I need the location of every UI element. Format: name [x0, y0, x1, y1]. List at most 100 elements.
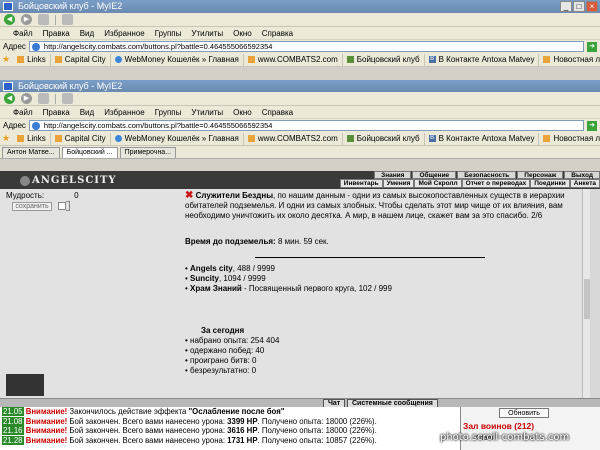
nav-character[interactable]: Персонаж — [517, 171, 564, 179]
menu-file[interactable]: Файл — [8, 108, 38, 117]
menu-help[interactable]: Справка — [257, 108, 298, 117]
menu-favorites[interactable]: Избранное — [99, 108, 150, 117]
nav-security[interactable]: Безопасность — [457, 171, 517, 179]
menu-help[interactable]: Справка — [257, 29, 298, 38]
link-news[interactable]: Новостная лента - DarkCl — [539, 54, 600, 66]
list-item: • Suncity, 1094 / 9999 — [185, 274, 266, 283]
star-icon[interactable]: ★ — [2, 54, 10, 65]
back-icon[interactable]: ◀ — [4, 93, 15, 104]
menu-favorites[interactable]: Избранное — [99, 29, 150, 38]
nav-inventory[interactable]: Инвентарь — [339, 179, 383, 188]
save-button[interactable]: сохранить — [12, 202, 52, 211]
links-bar: ★ Links Capital City WebMoney Кошелёк » … — [0, 132, 600, 146]
game-frame: ANGELSCITY Знания Общение Безопасность П… — [0, 171, 600, 450]
stat-value: 0 — [74, 191, 79, 200]
forward-icon[interactable]: ▶ — [21, 14, 32, 25]
scrollbar[interactable] — [582, 189, 590, 399]
go-button[interactable]: ➜ — [587, 41, 597, 52]
tab-fight-club[interactable]: Бойцовский ... — [61, 147, 118, 158]
menu-window[interactable]: Окно — [228, 29, 257, 38]
tab-anton[interactable]: Антон Матве... — [2, 147, 60, 158]
maximize-button[interactable]: □ — [573, 1, 585, 12]
refresh-button[interactable]: Обновить — [499, 408, 549, 418]
chat-tabs: Чат Системные сообщения — [0, 398, 600, 408]
link-news[interactable]: Новостная лента - DarkCl — [539, 133, 600, 145]
link-links[interactable]: Links — [13, 132, 51, 145]
link-fight-club[interactable]: Бойцовский клуб — [343, 53, 425, 66]
go-button[interactable]: ➜ — [587, 120, 597, 131]
menu-groups[interactable]: Группы — [150, 108, 187, 117]
nav-knowledge[interactable]: Знания — [374, 171, 412, 179]
nav-scroll[interactable]: Мой Скролл — [414, 179, 462, 188]
links-bar: ★ Links Capital City WebMoney Кошелёк » … — [0, 53, 600, 67]
close-button[interactable]: × — [586, 1, 598, 12]
window-title: Бойцовский клуб - MyIE2 — [18, 81, 123, 91]
nav-fights[interactable]: Поединки — [530, 179, 570, 188]
address-input[interactable]: http://angelscity.combats.com/buttons.pl… — [28, 41, 584, 52]
checkbox[interactable] — [58, 202, 66, 210]
window-title: Бойцовский клуб - MyIE2 — [18, 1, 123, 11]
menu-edit[interactable]: Правка — [38, 29, 75, 38]
minimize-button[interactable]: _ — [560, 1, 572, 12]
address-input[interactable]: http://angelscity.combats.com/buttons.pl… — [28, 120, 584, 131]
cross-icon: ✖ — [185, 190, 194, 201]
nav-chat[interactable]: Общение — [412, 171, 457, 179]
menu-view[interactable]: Вид — [75, 108, 99, 117]
app-icon — [3, 2, 13, 11]
page-icon — [31, 43, 40, 51]
link-combats2[interactable]: www.COMBATS2.com — [244, 53, 343, 66]
online-panel: Обновить Зал воинов (212) Adam — [460, 407, 600, 450]
today-stats: За сегодня • набрано опыта: 254 404 • од… — [185, 326, 279, 376]
nav-toolbar: ◀ ▶ — [0, 92, 600, 106]
link-webmoney[interactable]: WebMoney Кошелёк » Главная — [111, 53, 244, 66]
tab-fitting-room[interactable]: Примерочна... — [119, 147, 177, 158]
nav-skills[interactable]: Умения — [382, 179, 415, 188]
stop-icon[interactable] — [38, 14, 49, 25]
link-webmoney[interactable]: WebMoney Кошелёк » Главная — [111, 132, 244, 145]
menu-view[interactable]: Вид — [75, 29, 99, 38]
browser-window-2: Бойцовский клуб - MyIE2 ◀ ▶ Файл Правка … — [0, 80, 600, 159]
menu-window[interactable]: Окно — [228, 108, 257, 117]
chat-line: 21.05 Внимание! Закончилось действие эфф… — [2, 407, 285, 416]
address-label: Адрес — [3, 42, 26, 51]
back-icon[interactable]: ◀ — [4, 14, 15, 25]
list-item: • одержано побед: 40 — [185, 346, 265, 355]
nav-bottom: Инвентарь Умения Мой Скролл Отчет о пере… — [339, 179, 600, 188]
home-icon[interactable] — [62, 93, 73, 104]
hall-title: Зал воинов (212) — [463, 421, 535, 431]
dungeon-timer: Время до подземелья: 8 мин. 59 сек. — [185, 237, 329, 246]
link-combats2[interactable]: www.COMBATS2.com — [244, 132, 343, 145]
address-bar: Адрес http://angelscity.combats.com/butt… — [0, 118, 600, 132]
nav-exit[interactable]: Выход — [564, 171, 600, 179]
stop-icon[interactable] — [38, 93, 49, 104]
menu-edit[interactable]: Правка — [38, 108, 75, 117]
nav-profile[interactable]: Анкета — [569, 179, 600, 188]
menu-groups[interactable]: Группы — [150, 29, 187, 38]
link-capital-city[interactable]: Capital City — [51, 53, 111, 66]
link-vkontakte[interactable]: BВ Контакте Antoxa Matvey — [425, 53, 540, 66]
list-item: • безрезультатно: 0 — [185, 366, 257, 375]
address-label: Адрес — [3, 121, 26, 130]
menu-file[interactable]: Файл — [8, 29, 38, 38]
forward-icon[interactable]: ▶ — [21, 93, 32, 104]
title-bar: Бойцовский клуб - MyIE2 _ □ × — [0, 0, 600, 13]
reputation-list: • Angels city, 488 / 9999 • Suncity, 109… — [185, 264, 392, 294]
menu-tools[interactable]: Утилиты — [186, 29, 228, 38]
link-vkontakte[interactable]: BВ Контакте Antoxa Matvey — [425, 132, 540, 145]
nav-transfers[interactable]: Отчет о переводах — [461, 179, 531, 188]
menu-tools[interactable]: Утилиты — [186, 108, 228, 117]
game-logo: ANGELSCITY — [20, 175, 117, 186]
link-capital-city[interactable]: Capital City — [51, 132, 111, 145]
home-icon[interactable] — [62, 14, 73, 25]
nav-toolbar: ◀ ▶ — [0, 13, 600, 27]
chat-line: 21.16 Внимание! Бой закончен. Всего вами… — [2, 426, 377, 436]
link-links[interactable]: Links — [13, 53, 51, 66]
link-fight-club[interactable]: Бойцовский клуб — [343, 132, 425, 145]
chat-line: 21.28 Внимание! Бой закончен. Всего вами… — [2, 435, 377, 445]
nav-top: Знания Общение Безопасность Персонаж Вых… — [373, 171, 600, 179]
star-icon[interactable]: ★ — [2, 133, 10, 144]
stats-panel: Мудрость: 0 сохранить — [0, 189, 180, 399]
list-item: • Храм Знаний - Посвященный первого круг… — [185, 284, 392, 293]
menu-bar: Файл Правка Вид Избранное Группы Утилиты… — [0, 106, 600, 118]
stat-label: Мудрость: — [6, 191, 45, 200]
